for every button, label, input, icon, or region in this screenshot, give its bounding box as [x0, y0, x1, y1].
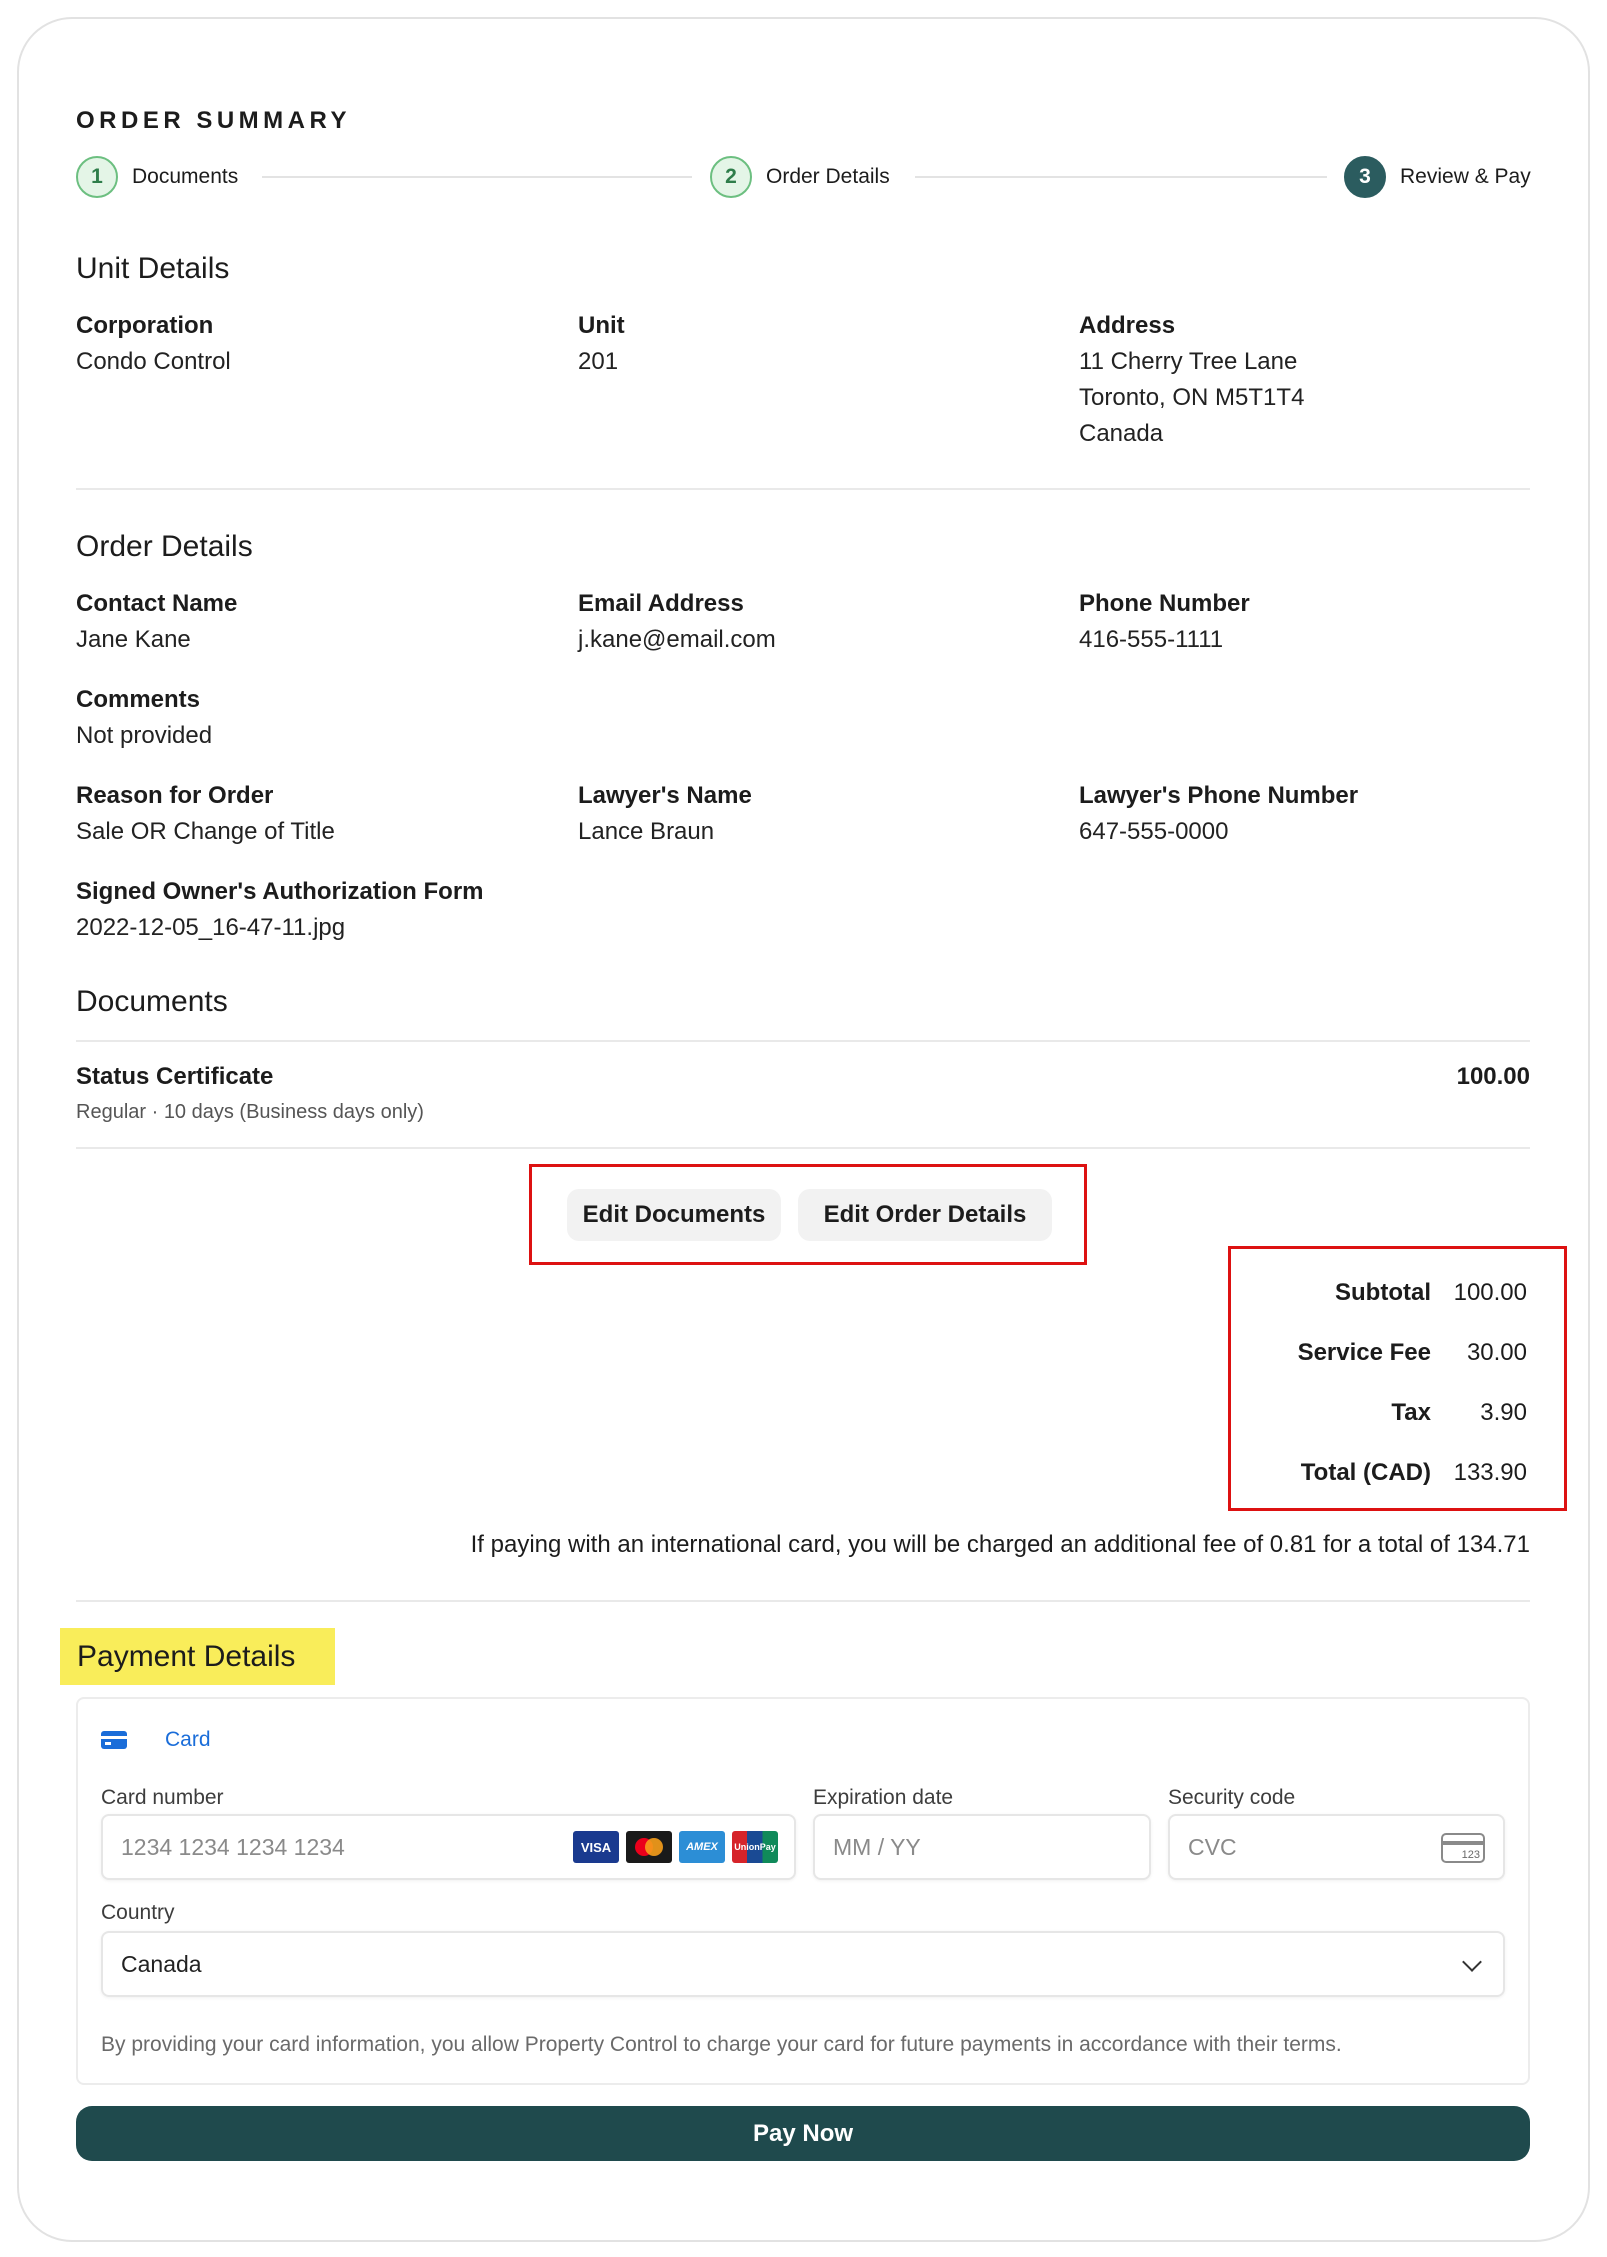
page-title: ORDER SUMMARY — [76, 107, 351, 134]
edit-order-details-button[interactable]: Edit Order Details — [798, 1189, 1052, 1241]
phone-label: Phone Number — [1079, 590, 1250, 617]
address-line2: Toronto, ON M5T1T4 — [1079, 384, 1305, 411]
address-line3: Canada — [1079, 420, 1164, 447]
edit-buttons-highlight: Edit Documents Edit Order Details — [529, 1164, 1087, 1265]
corporation-label: Corporation — [76, 312, 214, 339]
document-name: Status Certificate — [76, 1063, 274, 1090]
unit-label: Unit — [578, 312, 625, 339]
phone-value: 416-555-1111 — [1079, 626, 1224, 653]
subtotal-label: Subtotal — [1335, 1279, 1431, 1306]
auth-form-label: Signed Owner's Authorization Form — [76, 878, 484, 905]
subtotal-value: 100.00 — [1453, 1279, 1527, 1306]
step-connector — [915, 176, 1327, 178]
pay-now-button[interactable]: Pay Now — [76, 2106, 1530, 2161]
service-fee-row: Service Fee 30.00 — [1231, 1339, 1564, 1375]
payment-terms: By providing your card information, you … — [101, 2033, 1342, 2056]
section-divider — [76, 488, 1530, 490]
visa-icon: VISA — [573, 1831, 619, 1863]
step-number: 3 — [1344, 156, 1386, 198]
auth-form-value: 2022-12-05_16-47-11.jpg — [76, 914, 346, 941]
lawyer-phone-value: 647-555-0000 — [1079, 818, 1229, 845]
lawyer-name-label: Lawyer's Name — [578, 782, 752, 809]
cvc-icon-text: 123 — [1461, 1849, 1480, 1861]
unit-details-title: Unit Details — [76, 252, 230, 285]
service-fee-label: Service Fee — [1297, 1339, 1431, 1366]
reason-value: Sale OR Change of Title — [76, 818, 335, 845]
comments-label: Comments — [76, 686, 201, 713]
step-connector — [262, 176, 692, 178]
amex-icon: AMEX — [679, 1831, 725, 1863]
lawyer-name-value: Lance Braun — [578, 818, 715, 845]
section-divider — [76, 1040, 1530, 1042]
step-number: 2 — [710, 156, 752, 198]
step-documents[interactable]: 1 Documents — [76, 156, 238, 198]
chevron-down-icon — [1462, 1952, 1482, 1972]
reason-label: Reason for Order — [76, 782, 274, 809]
total-value: 133.90 — [1453, 1459, 1527, 1486]
step-review-pay[interactable]: 3 Review & Pay — [1344, 156, 1531, 198]
mastercard-circles-icon — [635, 1838, 663, 1856]
corporation-value: Condo Control — [76, 348, 231, 375]
payment-form — [76, 1697, 1530, 2085]
step-number: 1 — [76, 156, 118, 198]
total-row: Total (CAD) 133.90 — [1231, 1459, 1564, 1495]
contact-name-label: Contact Name — [76, 590, 238, 617]
step-label: Review & Pay — [1400, 165, 1531, 188]
card-tab[interactable]: Card — [165, 1728, 211, 1752]
card-number-label: Card number — [101, 1786, 224, 1809]
edit-documents-button[interactable]: Edit Documents — [567, 1189, 781, 1241]
comments-value: Not provided — [76, 722, 213, 749]
email-label: Email Address — [578, 590, 744, 617]
lawyer-phone-label: Lawyer's Phone Number — [1079, 782, 1359, 809]
mastercard-icon — [626, 1831, 672, 1863]
subtotal-row: Subtotal 100.00 — [1231, 1279, 1564, 1315]
email-value: j.kane@email.com — [578, 626, 776, 653]
country-select[interactable]: Canada — [101, 1931, 1505, 1997]
international-fee-note: If paying with an international card, yo… — [470, 1531, 1530, 1558]
section-divider — [76, 1147, 1530, 1149]
tax-row: Tax 3.90 — [1231, 1399, 1564, 1435]
document-price: 100.00 — [1456, 1063, 1530, 1090]
step-label: Order Details — [766, 165, 890, 188]
order-details-title: Order Details — [76, 530, 253, 563]
step-label: Documents — [132, 165, 239, 188]
total-label: Total (CAD) — [1300, 1459, 1431, 1486]
documents-title: Documents — [76, 985, 228, 1018]
address-line1: 11 Cherry Tree Lane — [1079, 348, 1298, 375]
tax-label: Tax — [1391, 1399, 1431, 1426]
credit-card-icon[interactable] — [101, 1731, 127, 1749]
cvc-card-icon: 123 — [1441, 1833, 1485, 1863]
unit-value: 201 — [578, 348, 619, 375]
contact-name-value: Jane Kane — [76, 626, 191, 653]
expiration-input[interactable] — [813, 1814, 1151, 1880]
step-order-details[interactable]: 2 Order Details — [710, 156, 890, 198]
country-label: Country — [101, 1901, 175, 1924]
security-code-label: Security code — [1168, 1786, 1296, 1809]
country-value: Canada — [121, 1950, 202, 1977]
address-label: Address — [1079, 312, 1176, 339]
expiration-label: Expiration date — [813, 1786, 954, 1809]
section-divider — [76, 1600, 1530, 1602]
service-fee-value: 30.00 — [1466, 1339, 1527, 1366]
unionpay-icon: UnionPay — [732, 1831, 778, 1863]
tax-value: 3.90 — [1480, 1399, 1527, 1426]
totals-highlight: Subtotal 100.00 Service Fee 30.00 Tax 3.… — [1228, 1246, 1567, 1511]
document-detail: Regular · 10 days (Business days only) — [76, 1101, 424, 1123]
payment-details-title: Payment Details — [60, 1628, 335, 1685]
